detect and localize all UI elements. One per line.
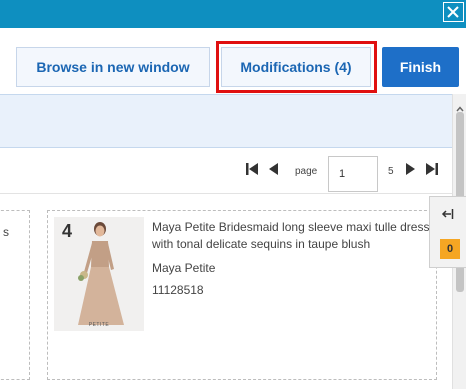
highlight-annotation (216, 41, 377, 93)
product-sku: 11128518 (152, 283, 204, 297)
info-panel (0, 94, 452, 148)
pagination-bar: page 5 (0, 148, 452, 194)
previous-page-icon[interactable] (267, 162, 279, 181)
next-page-icon[interactable] (405, 162, 417, 181)
last-page-icon[interactable] (425, 162, 439, 181)
page-number-input[interactable] (328, 156, 378, 192)
page-label: page (295, 166, 318, 177)
product-card[interactable]: 4 PETITE Maya Petite Bridesmaid long sle… (47, 210, 437, 380)
product-card-partial[interactable]: s (0, 210, 30, 380)
product-image: 4 PETITE (54, 217, 144, 331)
total-pages: 5 (388, 166, 394, 177)
close-icon (447, 6, 459, 18)
collapse-panel-icon[interactable] (441, 207, 455, 225)
finish-button[interactable]: Finish (382, 47, 459, 87)
first-page-icon[interactable] (245, 162, 259, 181)
count-badge[interactable]: 0 (440, 239, 460, 259)
product-title: Maya Petite Bridesmaid long sleeve maxi … (152, 220, 430, 251)
browse-in-new-window-button[interactable]: Browse in new window (16, 47, 210, 87)
product-index: 4 (62, 221, 73, 241)
image-caption: PETITE (88, 322, 110, 328)
product-brand: Maya Petite (152, 261, 216, 275)
side-panel: 0 (429, 196, 466, 268)
results-area: s 4 PETITE Maya Petite Bridesmaid long s… (0, 194, 452, 389)
window-titlebar (0, 0, 466, 28)
partial-card-text: s (3, 225, 9, 239)
close-button[interactable] (443, 2, 464, 22)
